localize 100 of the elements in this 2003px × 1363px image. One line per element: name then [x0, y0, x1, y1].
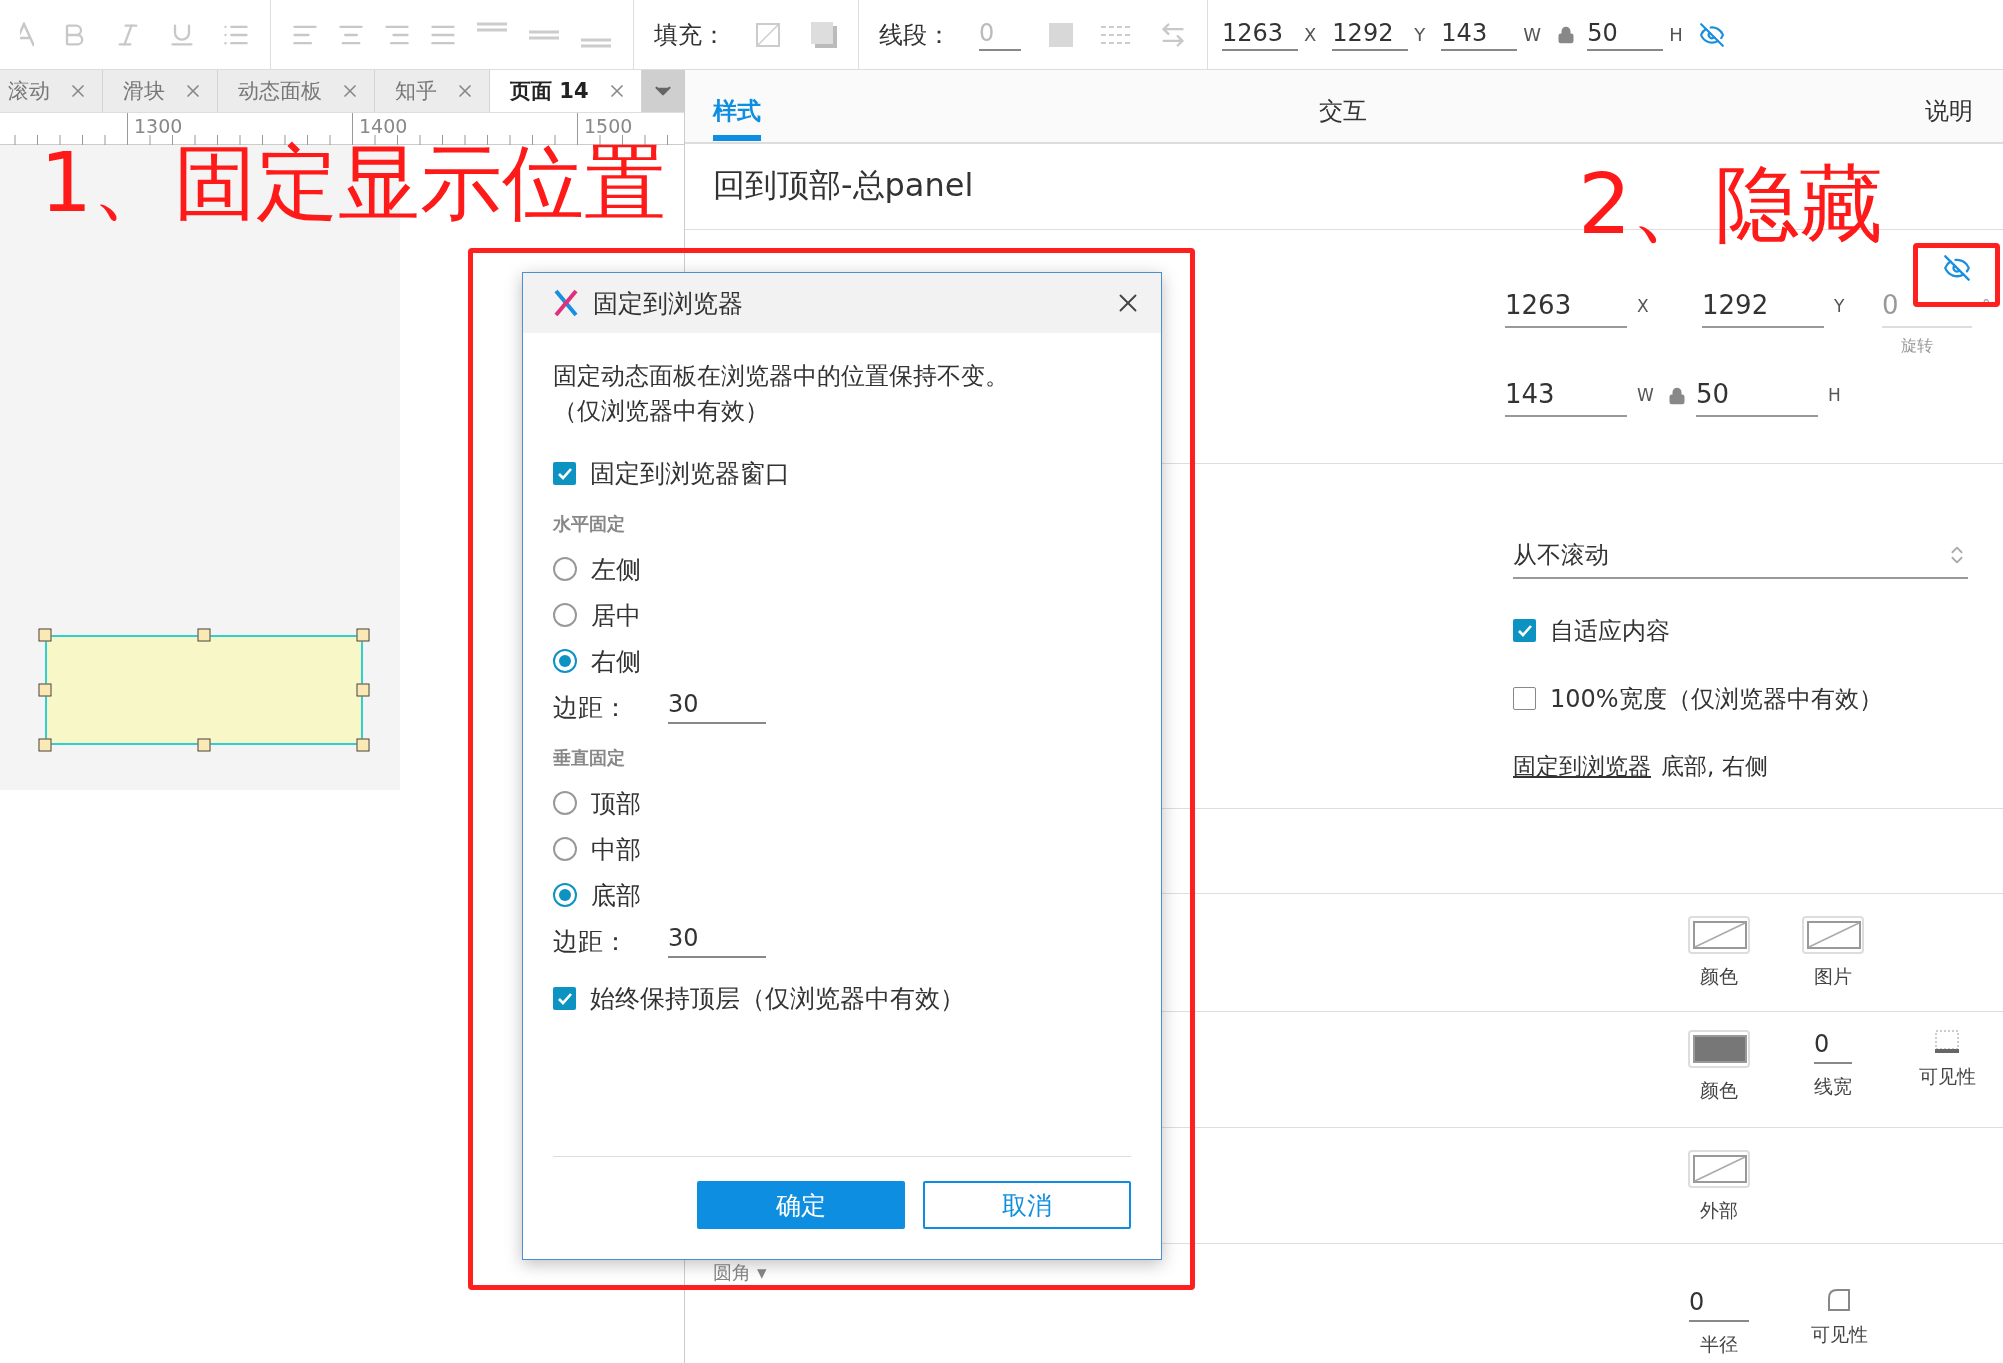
empty-swatch[interactable]	[1688, 1150, 1750, 1189]
checkbox-label: 100%宽度（仅浏览器中有效）	[1550, 683, 1883, 715]
radio-label: 顶部	[591, 787, 641, 820]
group-heading: 垂直固定	[553, 746, 626, 770]
checkbox[interactable]	[1513, 687, 1536, 711]
axis-label: X	[1304, 24, 1317, 45]
checkmark-icon	[556, 466, 573, 481]
radio-label: 右侧	[591, 645, 641, 678]
font-icon[interactable]	[20, 21, 34, 48]
axis-label: Y	[1834, 296, 1845, 316]
radius-field[interactable]: 0	[1689, 1288, 1749, 1323]
swatch-label: 图片	[1814, 963, 1852, 989]
border-width-field[interactable]: 0	[1814, 1030, 1852, 1065]
resize-handle[interactable]	[356, 738, 370, 752]
resize-handle[interactable]	[197, 628, 211, 642]
resize-handle[interactable]	[38, 683, 52, 697]
lock-icon[interactable]	[1668, 387, 1686, 405]
axis-label: W	[1523, 24, 1542, 45]
checkbox[interactable]	[553, 987, 576, 1010]
rotation-label: 旋转	[1900, 336, 1934, 357]
radio-button[interactable]	[553, 557, 577, 581]
ok-button[interactable]: 确定	[697, 1181, 905, 1229]
dialog-title: 固定到浏览器	[593, 287, 744, 320]
margin-label: 边距：	[553, 692, 628, 724]
page-tab[interactable]: 滑块	[103, 70, 218, 112]
radio-button[interactable]	[553, 791, 577, 815]
resize-handle[interactable]	[197, 738, 211, 752]
inspector-tab[interactable]: 说明	[1925, 80, 1973, 141]
radio-button[interactable]	[553, 883, 577, 907]
resize-handle[interactable]	[38, 628, 52, 642]
geometry-field[interactable]: 1263	[1222, 18, 1298, 51]
resize-handle[interactable]	[38, 738, 52, 752]
border-visibility-icon[interactable]	[1935, 1030, 1959, 1055]
geometry-field[interactable]: 1292	[1702, 290, 1824, 328]
group-heading: 水平固定	[553, 512, 626, 536]
inspector-tab[interactable]: 交互	[1319, 80, 1367, 141]
radio-label: 左侧	[591, 553, 641, 586]
pin-value: 底部, 右侧	[1661, 752, 1768, 779]
corner-heading[interactable]: 圆角 ▾	[713, 1260, 767, 1287]
tab-menu-button[interactable]	[641, 70, 684, 112]
axis-label: Y	[1414, 24, 1426, 45]
cancel-button[interactable]: 取消	[923, 1181, 1131, 1229]
geometry-field[interactable]: 50	[1587, 18, 1664, 51]
no-fill-icon[interactable]	[756, 22, 780, 47]
geometry-field[interactable]: 1292	[1332, 18, 1409, 51]
ruler-label: 1500	[584, 115, 633, 137]
shadow-icon[interactable]	[810, 20, 838, 49]
swatch-label: 颜色	[1700, 1078, 1738, 1104]
visibility-label: 可见性	[1810, 1322, 1868, 1348]
stroke-color-icon[interactable]	[1049, 22, 1073, 47]
widget-name[interactable]: 回到顶部-总panel	[713, 164, 974, 209]
resize-handle[interactable]	[356, 683, 370, 697]
checkbox-label: 固定到浏览器窗口	[590, 458, 790, 490]
geometry-field[interactable]: 143	[1441, 18, 1518, 51]
radio-button[interactable]	[553, 649, 577, 673]
radio-button[interactable]	[553, 603, 577, 627]
dialog-description: 固定动态面板在浏览器中的位置保持不变。 （仅浏览器中有效）	[553, 361, 1010, 427]
checkbox-label: 自适应内容	[1550, 615, 1670, 647]
hidden-eye-icon[interactable]	[1943, 254, 1971, 282]
hidden-eye-icon[interactable]	[1698, 21, 1725, 48]
margin-field[interactable]: 30	[668, 690, 766, 724]
radio-label: 底部	[591, 879, 641, 912]
stroke-label: 线段：	[879, 19, 951, 51]
geometry-field[interactable]: 143	[1505, 379, 1627, 417]
annotation-text: 2、隐藏	[1578, 162, 1884, 246]
axis-label: X	[1637, 296, 1649, 316]
page-tab[interactable]: 动态面板	[218, 70, 375, 112]
border-color-swatch[interactable]	[1688, 1030, 1750, 1069]
margin-label: 边距：	[553, 926, 628, 958]
checkmark-icon	[556, 991, 573, 1006]
visibility-label: 可见性	[1918, 1064, 1976, 1090]
border-width-label: 线宽	[1814, 1074, 1852, 1100]
radius-label: 半径	[1700, 1332, 1738, 1358]
empty-swatch[interactable]	[1802, 915, 1864, 954]
dynamic-panel[interactable]	[45, 635, 363, 745]
checkbox-label: 始终保持顶层（仅浏览器中有效）	[590, 983, 965, 1015]
ruler-label: 1400	[359, 115, 408, 137]
empty-swatch[interactable]	[1688, 915, 1750, 954]
axis-label: H	[1828, 385, 1841, 405]
corner-visibility-icon[interactable]	[1827, 1288, 1851, 1313]
page-tab[interactable]: 滚动	[0, 70, 103, 112]
checkmark-icon	[1516, 623, 1533, 638]
geometry-field[interactable]: 1263	[1505, 290, 1627, 328]
margin-field[interactable]: 30	[668, 924, 766, 958]
axis-label: H	[1669, 24, 1683, 45]
scroll-dropdown[interactable]: 从不滚动	[1513, 538, 1968, 579]
checkbox[interactable]	[1513, 619, 1536, 643]
swatch-label: 颜色	[1700, 963, 1738, 989]
ruler-label: 1300	[134, 115, 183, 137]
page-tab[interactable]: 页面 14	[490, 70, 642, 112]
pin-link[interactable]: 固定到浏览器	[1513, 752, 1651, 779]
checkbox[interactable]	[553, 462, 576, 485]
swatch-label: 外部	[1700, 1198, 1738, 1224]
geometry-field[interactable]: 50	[1696, 379, 1818, 417]
radio-button[interactable]	[553, 837, 577, 861]
annotation-text: 1、固定显示位置	[40, 142, 667, 224]
resize-handle[interactable]	[356, 628, 370, 642]
lock-icon[interactable]	[1557, 25, 1576, 44]
radio-label: 中部	[591, 833, 641, 866]
axis-label: W	[1637, 385, 1654, 405]
